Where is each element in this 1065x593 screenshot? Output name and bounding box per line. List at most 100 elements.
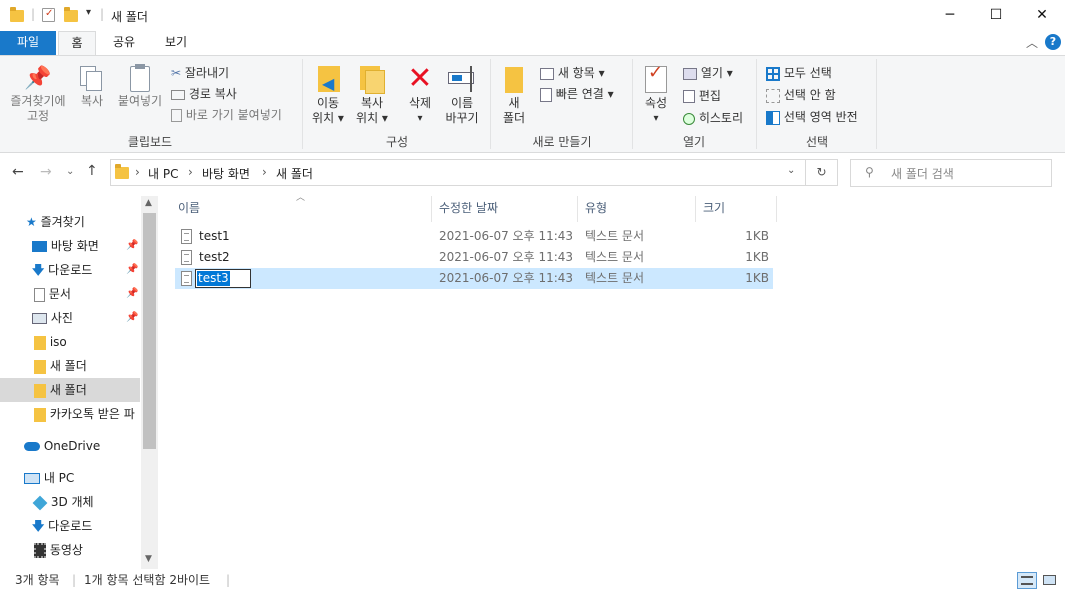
file-row[interactable]: test2 2021-06-07 오후 11:43 텍스트 문서 1KB xyxy=(175,247,773,268)
pin-to-quick-access-button[interactable]: 📌 즐겨찾기에 고정 xyxy=(4,64,72,124)
refresh-button[interactable]: ↻ xyxy=(806,159,838,186)
search-box[interactable]: ⚲ 새 폴더 검색 xyxy=(850,159,1052,187)
nav-item-3d-objects[interactable]: 3D 개체 xyxy=(32,490,94,514)
up-arrow-icon[interactable]: ↑ xyxy=(86,163,98,179)
ribbon: 📌 즐겨찾기에 고정 복사 붙여넣기 ✂ 잘라내기 경로 복사 바로 가기 붙여… xyxy=(0,55,1065,153)
tab-file[interactable]: 파일 xyxy=(0,31,56,55)
breadcrumb-desktop[interactable]: 바탕 화면 xyxy=(202,165,250,182)
pinned-icon: 📌 xyxy=(126,240,139,251)
select-all-icon xyxy=(766,66,780,81)
file-row-selected[interactable]: test3 2021-06-07 오후 11:43 텍스트 문서 1KB xyxy=(175,268,773,289)
video-icon xyxy=(34,543,46,558)
help-icon[interactable]: ? xyxy=(1045,34,1061,50)
download-icon: 🡇 xyxy=(32,263,45,277)
minimize-button[interactable]: ─ xyxy=(927,0,973,31)
tab-home[interactable]: 홈 xyxy=(58,31,96,56)
scroll-thumb[interactable] xyxy=(143,213,156,449)
invert-selection-icon xyxy=(766,110,780,125)
tab-share[interactable]: 공유 xyxy=(104,31,144,55)
nav-item-iso[interactable]: iso xyxy=(34,330,67,354)
qat-dropdown-icon[interactable]: ▾ xyxy=(86,7,91,18)
breadcrumb-this-pc[interactable]: 내 PC xyxy=(148,165,178,182)
file-name: test1 xyxy=(199,229,230,243)
folder-icon xyxy=(34,359,46,374)
move-to-label-1: 이동 xyxy=(316,96,340,110)
nav-label: 문서 xyxy=(48,287,71,301)
new-folder-button[interactable]: 새 폴더 xyxy=(496,64,532,126)
column-header-type[interactable]: 유형 xyxy=(585,199,607,221)
address-bar[interactable]: › 내 PC › 바탕 화면 › 새 폴더 ⌄ xyxy=(110,159,806,186)
nav-item-pictures[interactable]: 사진 xyxy=(32,306,73,330)
easy-access-button[interactable]: 빠른 연결 ▾ xyxy=(540,85,614,102)
forward-arrow-icon[interactable]: → xyxy=(40,164,52,180)
breadcrumb-new-folder[interactable]: 새 폴더 xyxy=(276,165,313,182)
invert-selection-button[interactable]: 선택 영역 반전 xyxy=(766,108,858,125)
pinned-icon: 📌 xyxy=(126,288,139,299)
history-button[interactable]: 히스토리 xyxy=(683,109,743,126)
column-header-size[interactable]: 크기 xyxy=(703,199,725,221)
select-none-button[interactable]: 선택 안 함 xyxy=(766,86,836,103)
nav-item-new-folder-selected[interactable]: 새 폴더 xyxy=(0,378,140,402)
copy-button[interactable]: 복사 xyxy=(74,64,110,109)
file-size: 1KB xyxy=(745,229,769,243)
rename-input[interactable]: test3 xyxy=(195,269,251,288)
copy-path-button[interactable]: 경로 복사 xyxy=(171,85,237,102)
rename-icon xyxy=(440,64,484,96)
scroll-down-icon[interactable]: ▼ xyxy=(145,554,152,564)
nav-label: 바탕 화면 xyxy=(50,239,99,253)
column-divider[interactable] xyxy=(695,196,696,222)
column-header-name[interactable]: 이름 xyxy=(178,199,200,221)
properties-button[interactable]: ✓ 속성 ▾ xyxy=(636,64,676,126)
nav-item-pc-downloads[interactable]: 🡇 다운로드 xyxy=(32,514,92,538)
copy-to-button[interactable]: 복사 위치 ▾ xyxy=(350,64,394,126)
new-item-button[interactable]: 새 항목 ▾ xyxy=(540,64,605,81)
collapse-ribbon-icon[interactable]: ︿ xyxy=(1026,34,1038,51)
new-folder-label-2: 폴더 xyxy=(502,111,526,125)
file-size: 1KB xyxy=(745,250,769,264)
cut-button[interactable]: ✂ 잘라내기 xyxy=(171,64,229,81)
maximize-button[interactable]: ☐ xyxy=(973,0,1019,31)
rename-input-selected-text: test3 xyxy=(197,271,230,286)
column-divider[interactable] xyxy=(431,196,432,222)
tab-view[interactable]: 보기 xyxy=(156,31,196,55)
pin-icon: 📌 xyxy=(24,66,52,91)
rename-button[interactable]: 이름 바꾸기 xyxy=(440,64,484,126)
pin-label-2: 고정 xyxy=(26,109,50,123)
large-icons-view-button[interactable] xyxy=(1041,572,1058,589)
delete-button[interactable]: ✕ 삭제 ▾ xyxy=(400,64,440,126)
move-to-button[interactable]: ◀ 이동 위치 ▾ xyxy=(306,64,350,126)
nav-item-videos[interactable]: 동영상 xyxy=(34,538,83,562)
details-view-button[interactable] xyxy=(1017,572,1037,589)
column-header-date[interactable]: 수정한 날짜 xyxy=(439,199,498,221)
nav-item-new-folder[interactable]: 새 폴더 xyxy=(34,354,87,378)
address-dropdown-icon[interactable]: ⌄ xyxy=(787,165,795,176)
nav-item-kakaotalk[interactable]: 카카오톡 받은 파 xyxy=(34,402,142,426)
nav-item-downloads[interactable]: 🡇 다운로드 xyxy=(32,258,92,282)
column-divider[interactable] xyxy=(577,196,578,222)
edit-button[interactable]: 편집 xyxy=(683,87,721,104)
computer-icon xyxy=(24,473,40,484)
properties-qat-icon[interactable]: ✓ xyxy=(42,8,55,22)
breadcrumb-separator: › xyxy=(262,165,267,179)
select-all-button[interactable]: 모두 선택 xyxy=(766,64,832,81)
nav-quick-access[interactable]: ★ 즐겨찾기 xyxy=(26,210,85,234)
paste-shortcut-button[interactable]: 바로 가기 붙여넣기 xyxy=(171,106,282,123)
cube-icon xyxy=(32,495,48,510)
new-folder-qat-icon[interactable] xyxy=(64,7,78,22)
recent-locations-icon[interactable]: ⌄ xyxy=(66,166,74,177)
nav-this-pc[interactable]: 내 PC xyxy=(24,466,74,490)
nav-item-desktop[interactable]: 바탕 화면 xyxy=(32,234,99,258)
paste-button[interactable]: 붙여넣기 xyxy=(114,64,166,109)
scroll-up-icon[interactable]: ▲ xyxy=(145,198,152,208)
back-arrow-icon[interactable]: ← xyxy=(12,164,24,180)
delete-x-icon: ✕ xyxy=(407,61,433,96)
close-button[interactable]: ✕ xyxy=(1019,0,1065,31)
column-divider[interactable] xyxy=(776,196,777,222)
open-button[interactable]: 열기 ▾ xyxy=(683,64,733,81)
file-row[interactable]: test1 2021-06-07 오후 11:43 텍스트 문서 1KB xyxy=(175,226,773,247)
nav-scrollbar[interactable]: ▲ ▼ xyxy=(141,196,158,569)
rename-label-2: 바꾸기 xyxy=(445,111,479,125)
folder-icon xyxy=(34,407,46,422)
nav-onedrive[interactable]: OneDrive xyxy=(24,434,100,458)
nav-item-documents[interactable]: 문서 xyxy=(34,282,71,306)
